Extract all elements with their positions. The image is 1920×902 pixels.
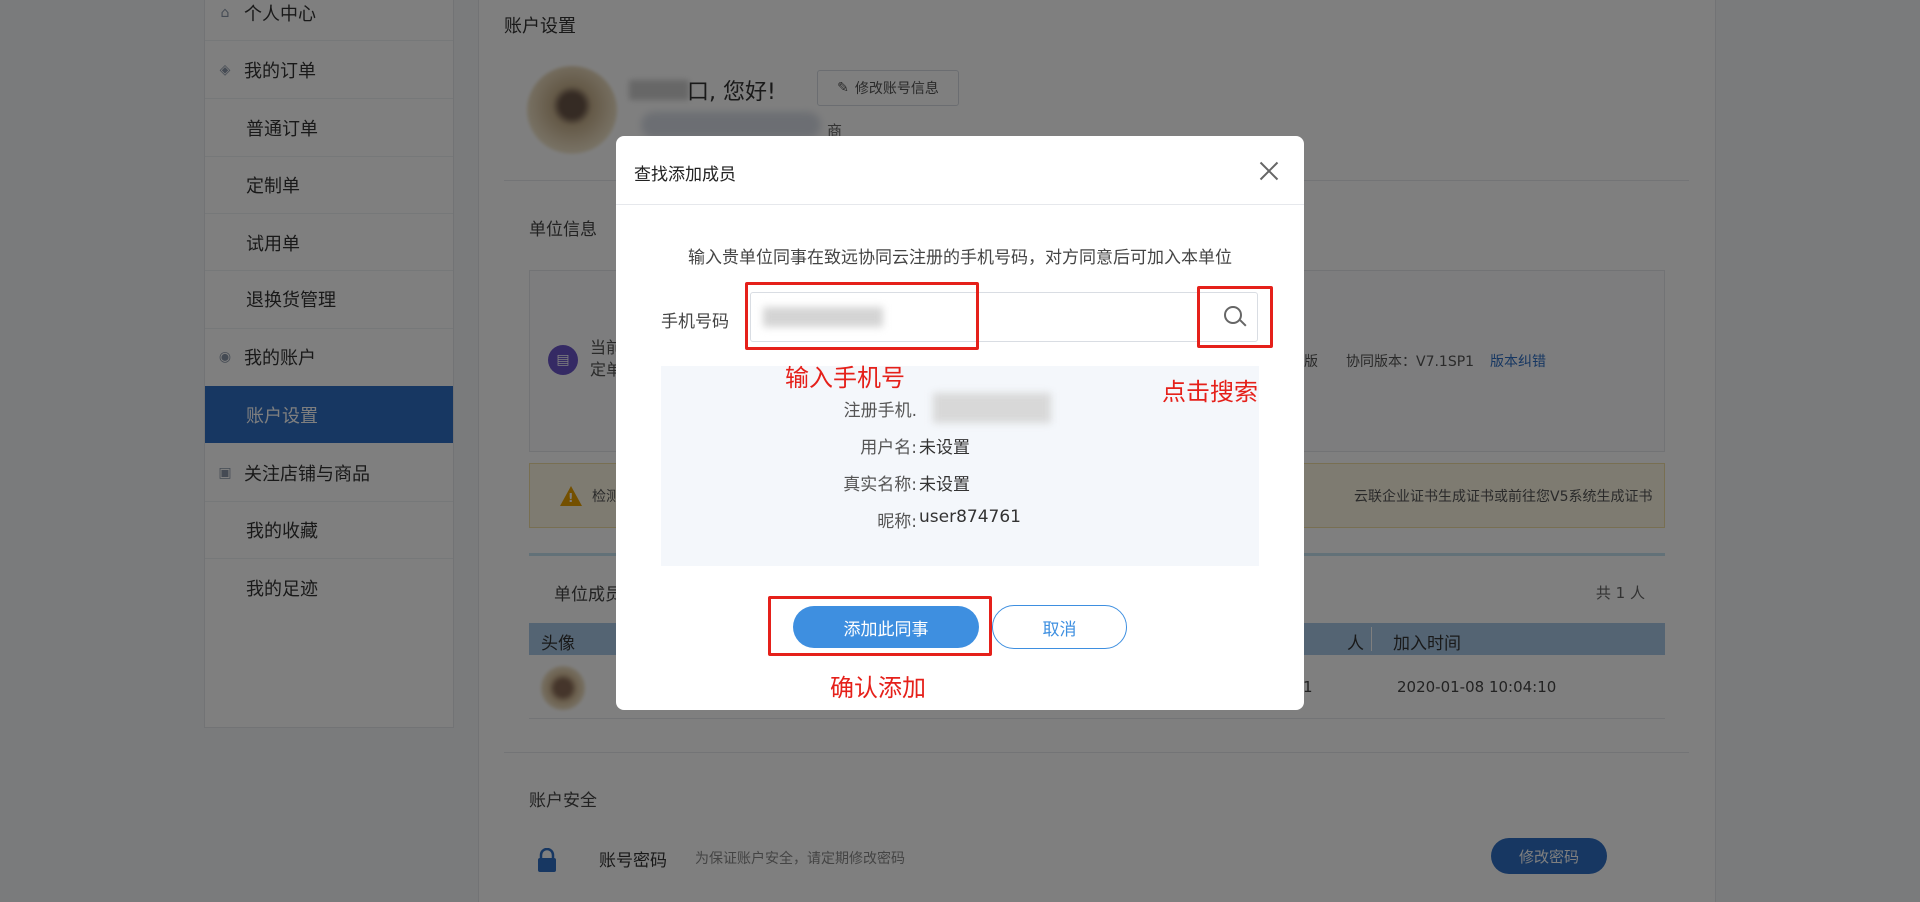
result-realname-label: 真实名称:	[843, 475, 917, 495]
result-username-value: 未设置	[919, 438, 970, 458]
cancel-button[interactable]: 取消	[992, 605, 1127, 649]
annotation-phone-box	[745, 282, 979, 350]
annotation-confirm-add: 确认添加	[830, 674, 926, 702]
result-nickname-label: 昵称:	[877, 512, 917, 532]
close-icon[interactable]	[1256, 158, 1282, 184]
dialog-instruction: 输入贵单位同事在致远协同云注册的手机号码，对方同意后可加入本单位	[688, 248, 1232, 268]
result-realname-value: 未设置	[919, 475, 970, 495]
annotation-click-search: 点击搜索	[1162, 378, 1258, 406]
phone-label: 手机号码	[661, 312, 729, 332]
annotation-input-phone: 输入手机号	[785, 364, 905, 392]
redacted-result-phone	[933, 393, 1051, 423]
annotation-add-box	[768, 596, 992, 656]
annotation-search-box	[1197, 286, 1273, 348]
result-nickname-value: user874761	[919, 507, 1021, 527]
result-phone-label: 注册手机.	[843, 401, 917, 421]
result-username-label: 用户名:	[860, 438, 917, 458]
dialog-title: 查找添加成员	[634, 165, 736, 185]
